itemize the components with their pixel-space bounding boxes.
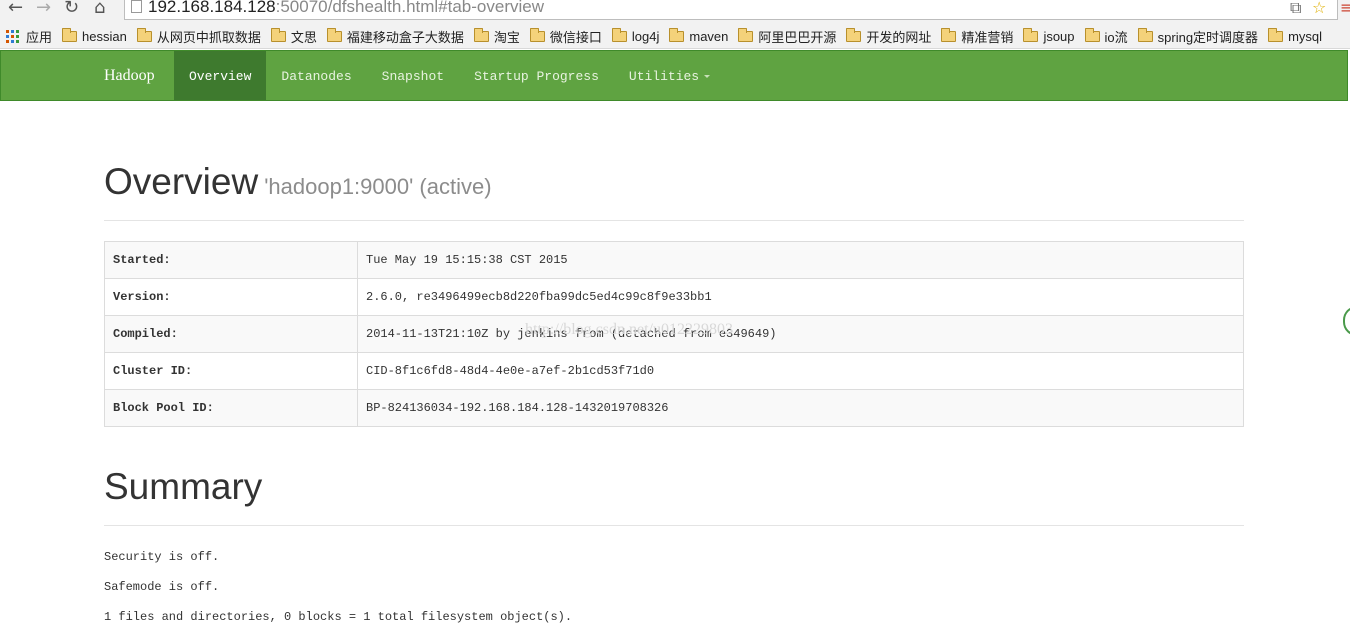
row-value: BP-824136034-192.168.184.128-14320197083… bbox=[357, 389, 1244, 427]
tab-utilities[interactable]: Utilities bbox=[614, 51, 725, 100]
row-key: Cluster ID: bbox=[104, 352, 358, 390]
bookmark-item[interactable]: spring定时调度器 bbox=[1137, 27, 1259, 46]
table-row: Started: Tue May 19 15:15:38 CST 2015 bbox=[104, 241, 1244, 279]
browser-toolbar: ← → ↻ ⌂ 192.168.184.128:50070/dfshealth.… bbox=[0, 0, 1350, 22]
apps-label: 应用 bbox=[26, 30, 53, 45]
translate-icon[interactable]: ⧉ bbox=[1290, 0, 1301, 18]
table-row: Version: 2.6.0, re3496499ecb8d220fba99dc5… bbox=[104, 278, 1244, 316]
bookmark-label: log4j bbox=[631, 29, 660, 44]
bookmark-item[interactable]: 福建移动盒子大数据 bbox=[326, 27, 464, 46]
bookmark-item[interactable]: hessian bbox=[62, 27, 127, 46]
folder-icon bbox=[669, 28, 685, 42]
bookmark-label: mysql bbox=[1288, 29, 1323, 44]
bookmark-label: 淘宝 bbox=[493, 30, 520, 45]
tab-label: Snapshot bbox=[381, 69, 445, 84]
tab-snapshot[interactable]: Snapshot bbox=[367, 51, 459, 100]
summary-header: Summary bbox=[104, 466, 1244, 526]
page-subtitle: 'hadoop1:9000' (active) bbox=[264, 174, 492, 199]
hadoop-navbar: Hadoop Overview Datanodes Snapshot Startup … bbox=[0, 50, 1348, 101]
star-icon[interactable]: ☆ bbox=[1312, 0, 1326, 17]
folder-icon bbox=[1268, 28, 1284, 42]
apps-grid-icon bbox=[6, 29, 20, 44]
overview-header: Overview'hadoop1:9000' (active) bbox=[104, 160, 1244, 221]
bookmark-label: 阿里巴巴开源 bbox=[758, 30, 837, 45]
tab-label: Startup Progress bbox=[474, 69, 599, 84]
url-text[interactable]: 192.168.184.128:50070/dfshealth.html#tab… bbox=[148, 0, 544, 18]
folder-icon bbox=[738, 28, 754, 42]
bookmark-label: 文思 bbox=[290, 30, 317, 45]
bookmark-label: io流 bbox=[1104, 30, 1128, 45]
bookmark-item[interactable]: 精准营销 bbox=[941, 27, 1013, 46]
bookmark-label: 开发的网址 bbox=[866, 30, 932, 45]
folder-icon bbox=[1023, 28, 1039, 42]
folder-icon bbox=[1137, 28, 1153, 42]
folder-icon bbox=[846, 28, 862, 42]
table-row: Cluster ID: CID-8f1c6fd8-48d4-4e0e-a7ef-2… bbox=[104, 352, 1244, 390]
back-arrow-icon[interactable]: ← bbox=[8, 0, 23, 18]
bookmark-label: hessian bbox=[82, 29, 127, 44]
folder-icon bbox=[611, 28, 627, 42]
folder-icon bbox=[326, 28, 342, 42]
tab-startup-progress[interactable]: Startup Progress bbox=[459, 51, 614, 100]
bookmark-item[interactable]: mysql bbox=[1268, 27, 1322, 46]
nav-tabs: Overview Datanodes Snapshot Startup Progres… bbox=[174, 51, 725, 100]
page-title: Overview'hadoop1:9000' (active) bbox=[104, 161, 492, 202]
tab-label: Overview bbox=[189, 69, 252, 84]
brand-logo[interactable]: Hadoop bbox=[104, 51, 155, 100]
bookmark-label: maven bbox=[689, 29, 729, 44]
folder-icon bbox=[270, 28, 286, 42]
bookmark-label: 从网页中抓取数据 bbox=[156, 30, 261, 45]
folder-icon bbox=[473, 28, 489, 42]
forward-arrow-icon[interactable]: → bbox=[36, 0, 51, 18]
folder-icon bbox=[62, 28, 77, 42]
row-value: Tue May 19 15:15:38 CST 2015 bbox=[357, 241, 1244, 279]
bookmark-label: 福建移动盒子大数据 bbox=[346, 30, 464, 45]
folder-icon bbox=[941, 28, 957, 42]
menu-icon[interactable]: ≡ bbox=[1340, 0, 1350, 17]
bookmark-item[interactable]: 阿里巴巴开源 bbox=[738, 27, 836, 46]
row-key: Version: bbox=[104, 278, 358, 316]
tab-overview[interactable]: Overview bbox=[174, 51, 267, 100]
row-value: 2.6.0, re3496499ecb8d220fba99dc5ed4c99c8… bbox=[357, 278, 1244, 316]
row-value: CID-8f1c6fd8-48d4-4e0e-a7ef-2b1cd53f71d0 bbox=[357, 352, 1244, 390]
bookmark-label: 微信接口 bbox=[549, 30, 602, 45]
row-value: 2014-11-13T21:10Z by jenkins from (detac… bbox=[357, 315, 1244, 353]
bookmark-item[interactable]: jsoup bbox=[1023, 27, 1075, 46]
bookmark-item[interactable]: io流 bbox=[1084, 27, 1128, 46]
row-key: Compiled: bbox=[104, 315, 358, 353]
row-key: Block Pool ID: bbox=[104, 389, 358, 427]
tab-label: Utilities bbox=[628, 69, 700, 84]
bookmark-label: spring定时调度器 bbox=[1157, 30, 1259, 45]
side-widget-icon[interactable] bbox=[1343, 306, 1350, 336]
watermark: http://blog.csdn.net/u012229803 bbox=[525, 321, 733, 338]
bookmark-label: 精准营销 bbox=[961, 30, 1014, 45]
bookmark-list: hessian 从网页中抓取数据 文思 福建移动盒子大数据 淘宝 微信接口 log4j mav… bbox=[62, 27, 1332, 46]
tab-label: Datanodes bbox=[281, 69, 352, 84]
folder-icon bbox=[529, 28, 545, 42]
folder-icon bbox=[136, 28, 152, 42]
bookmarks-bar: 应用 hessian 从网页中抓取数据 文思 福建移动盒子大数据 淘宝 微信接口 log4j… bbox=[0, 22, 1350, 49]
bookmark-item[interactable]: 文思 bbox=[270, 27, 317, 46]
bookmark-item[interactable]: maven bbox=[669, 27, 728, 46]
address-bar[interactable]: 192.168.184.128:50070/dfshealth.html#tab… bbox=[124, 0, 1338, 20]
row-key: Started: bbox=[104, 241, 358, 279]
home-icon[interactable]: ⌂ bbox=[94, 0, 105, 18]
bookmark-item[interactable]: 微信接口 bbox=[529, 27, 602, 46]
bookmark-item[interactable]: 从网页中抓取数据 bbox=[136, 27, 261, 46]
summary-safemode: Safemode is off. bbox=[104, 580, 220, 594]
bookmark-item[interactable]: 开发的网址 bbox=[846, 27, 931, 46]
caret-down-icon bbox=[704, 75, 711, 79]
bookmark-item[interactable]: 淘宝 bbox=[473, 27, 520, 46]
bookmark-item[interactable]: log4j bbox=[611, 27, 660, 46]
page-icon bbox=[131, 0, 142, 13]
tab-datanodes[interactable]: Datanodes bbox=[266, 51, 366, 100]
reload-icon[interactable]: ↻ bbox=[64, 0, 79, 18]
summary-title: Summary bbox=[104, 466, 263, 507]
bookmark-label: jsoup bbox=[1043, 29, 1075, 44]
folder-icon bbox=[1084, 28, 1100, 42]
table-row: Block Pool ID: BP-824136034-192.168.184.1… bbox=[104, 389, 1244, 427]
apps-shortcut[interactable]: 应用 bbox=[6, 27, 52, 46]
summary-filesystem-objects: 1 files and directories, 0 blocks = 1 to… bbox=[104, 610, 573, 624]
summary-security: Security is off. bbox=[104, 550, 220, 564]
